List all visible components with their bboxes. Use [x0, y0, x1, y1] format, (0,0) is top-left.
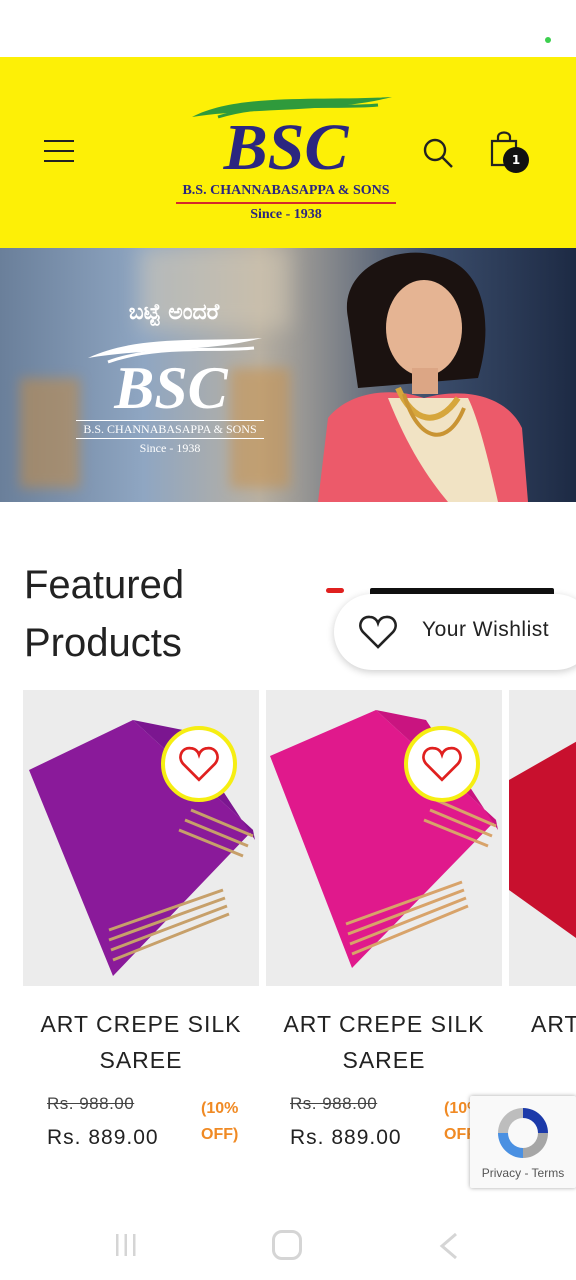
recaptcha-links[interactable]: Privacy - Terms	[470, 1166, 576, 1180]
heading-line-1: Featured	[24, 563, 185, 607]
banner-brand-name: B.S. CHANNABASAPPA & SONS	[76, 420, 264, 439]
banner-kannada-tagline: ಬಟ್ಟೆ ಅಂದರೆ	[128, 300, 220, 325]
product-image[interactable]	[266, 690, 502, 986]
site-header: BSC B.S. CHANNABASAPPA & SONS Since - 19…	[0, 57, 576, 248]
home-icon[interactable]	[272, 1230, 302, 1260]
heart-icon	[179, 746, 219, 782]
add-to-wishlist-button[interactable]	[161, 726, 237, 802]
cart-count-badge: 1	[503, 147, 529, 173]
featured-products-heading: Featured Products	[24, 556, 284, 672]
heart-icon	[422, 746, 462, 782]
discount-label: (10% OFF)	[201, 1100, 239, 1143]
status-indicator-dot	[545, 37, 551, 43]
hamburger-menu-icon[interactable]	[44, 137, 74, 165]
banner-bsc-logo: BSC	[88, 338, 262, 414]
product-image[interactable]	[23, 690, 259, 986]
saree-fabric	[509, 741, 576, 939]
product-title[interactable]: ART CREPE SILK SAREE	[23, 1006, 259, 1078]
sale-price: Rs. 889.00	[47, 1126, 159, 1149]
bsc-logo-mark: BSC	[192, 97, 392, 175]
add-to-wishlist-button[interactable]	[404, 726, 480, 802]
system-navigation-bar	[0, 1210, 576, 1280]
recaptcha-icon	[498, 1108, 548, 1158]
cart-button[interactable]: 1	[488, 129, 532, 173]
brand-logo[interactable]: BSC B.S. CHANNABASAPPA & SONS Since - 19…	[176, 83, 396, 228]
carousel-indicator-dot	[326, 588, 344, 593]
wishlist-button[interactable]: Your Wishlist	[334, 594, 576, 670]
product-card[interactable]: ART	[509, 690, 576, 1070]
banner-brand-since: Since - 1938	[139, 441, 201, 455]
back-icon[interactable]	[438, 1232, 460, 1260]
search-icon[interactable]	[422, 137, 454, 169]
hero-banner[interactable]: ಬಟ್ಟೆ ಅಂದರೆ BSC B.S. CHANNABASAPPA & SON…	[0, 248, 576, 502]
brand-since: Since - 1938	[250, 207, 322, 222]
status-bar	[0, 0, 576, 57]
brand-letters: BSC	[223, 111, 350, 175]
product-title[interactable]: ART CREPE SILK SAREE	[266, 1006, 502, 1078]
heading-line-2: Products	[24, 621, 182, 665]
recaptcha-badge[interactable]: Privacy - Terms	[470, 1096, 576, 1188]
wishlist-label: Your Wishlist	[422, 618, 550, 641]
brand-name: B.S. CHANNABASAPPA & SONS	[176, 183, 396, 204]
heart-outline-icon	[359, 615, 397, 649]
model-image	[318, 252, 528, 502]
sale-price: Rs. 889.00	[290, 1126, 402, 1149]
original-price: Rs. 988.00	[290, 1094, 378, 1113]
saree-image	[509, 741, 576, 939]
original-price: Rs. 988.00	[47, 1094, 135, 1113]
product-image[interactable]	[509, 690, 576, 986]
svg-text:BSC: BSC	[113, 355, 228, 414]
product-title[interactable]: ART	[531, 1006, 576, 1042]
recent-apps-icon[interactable]	[114, 1232, 138, 1258]
